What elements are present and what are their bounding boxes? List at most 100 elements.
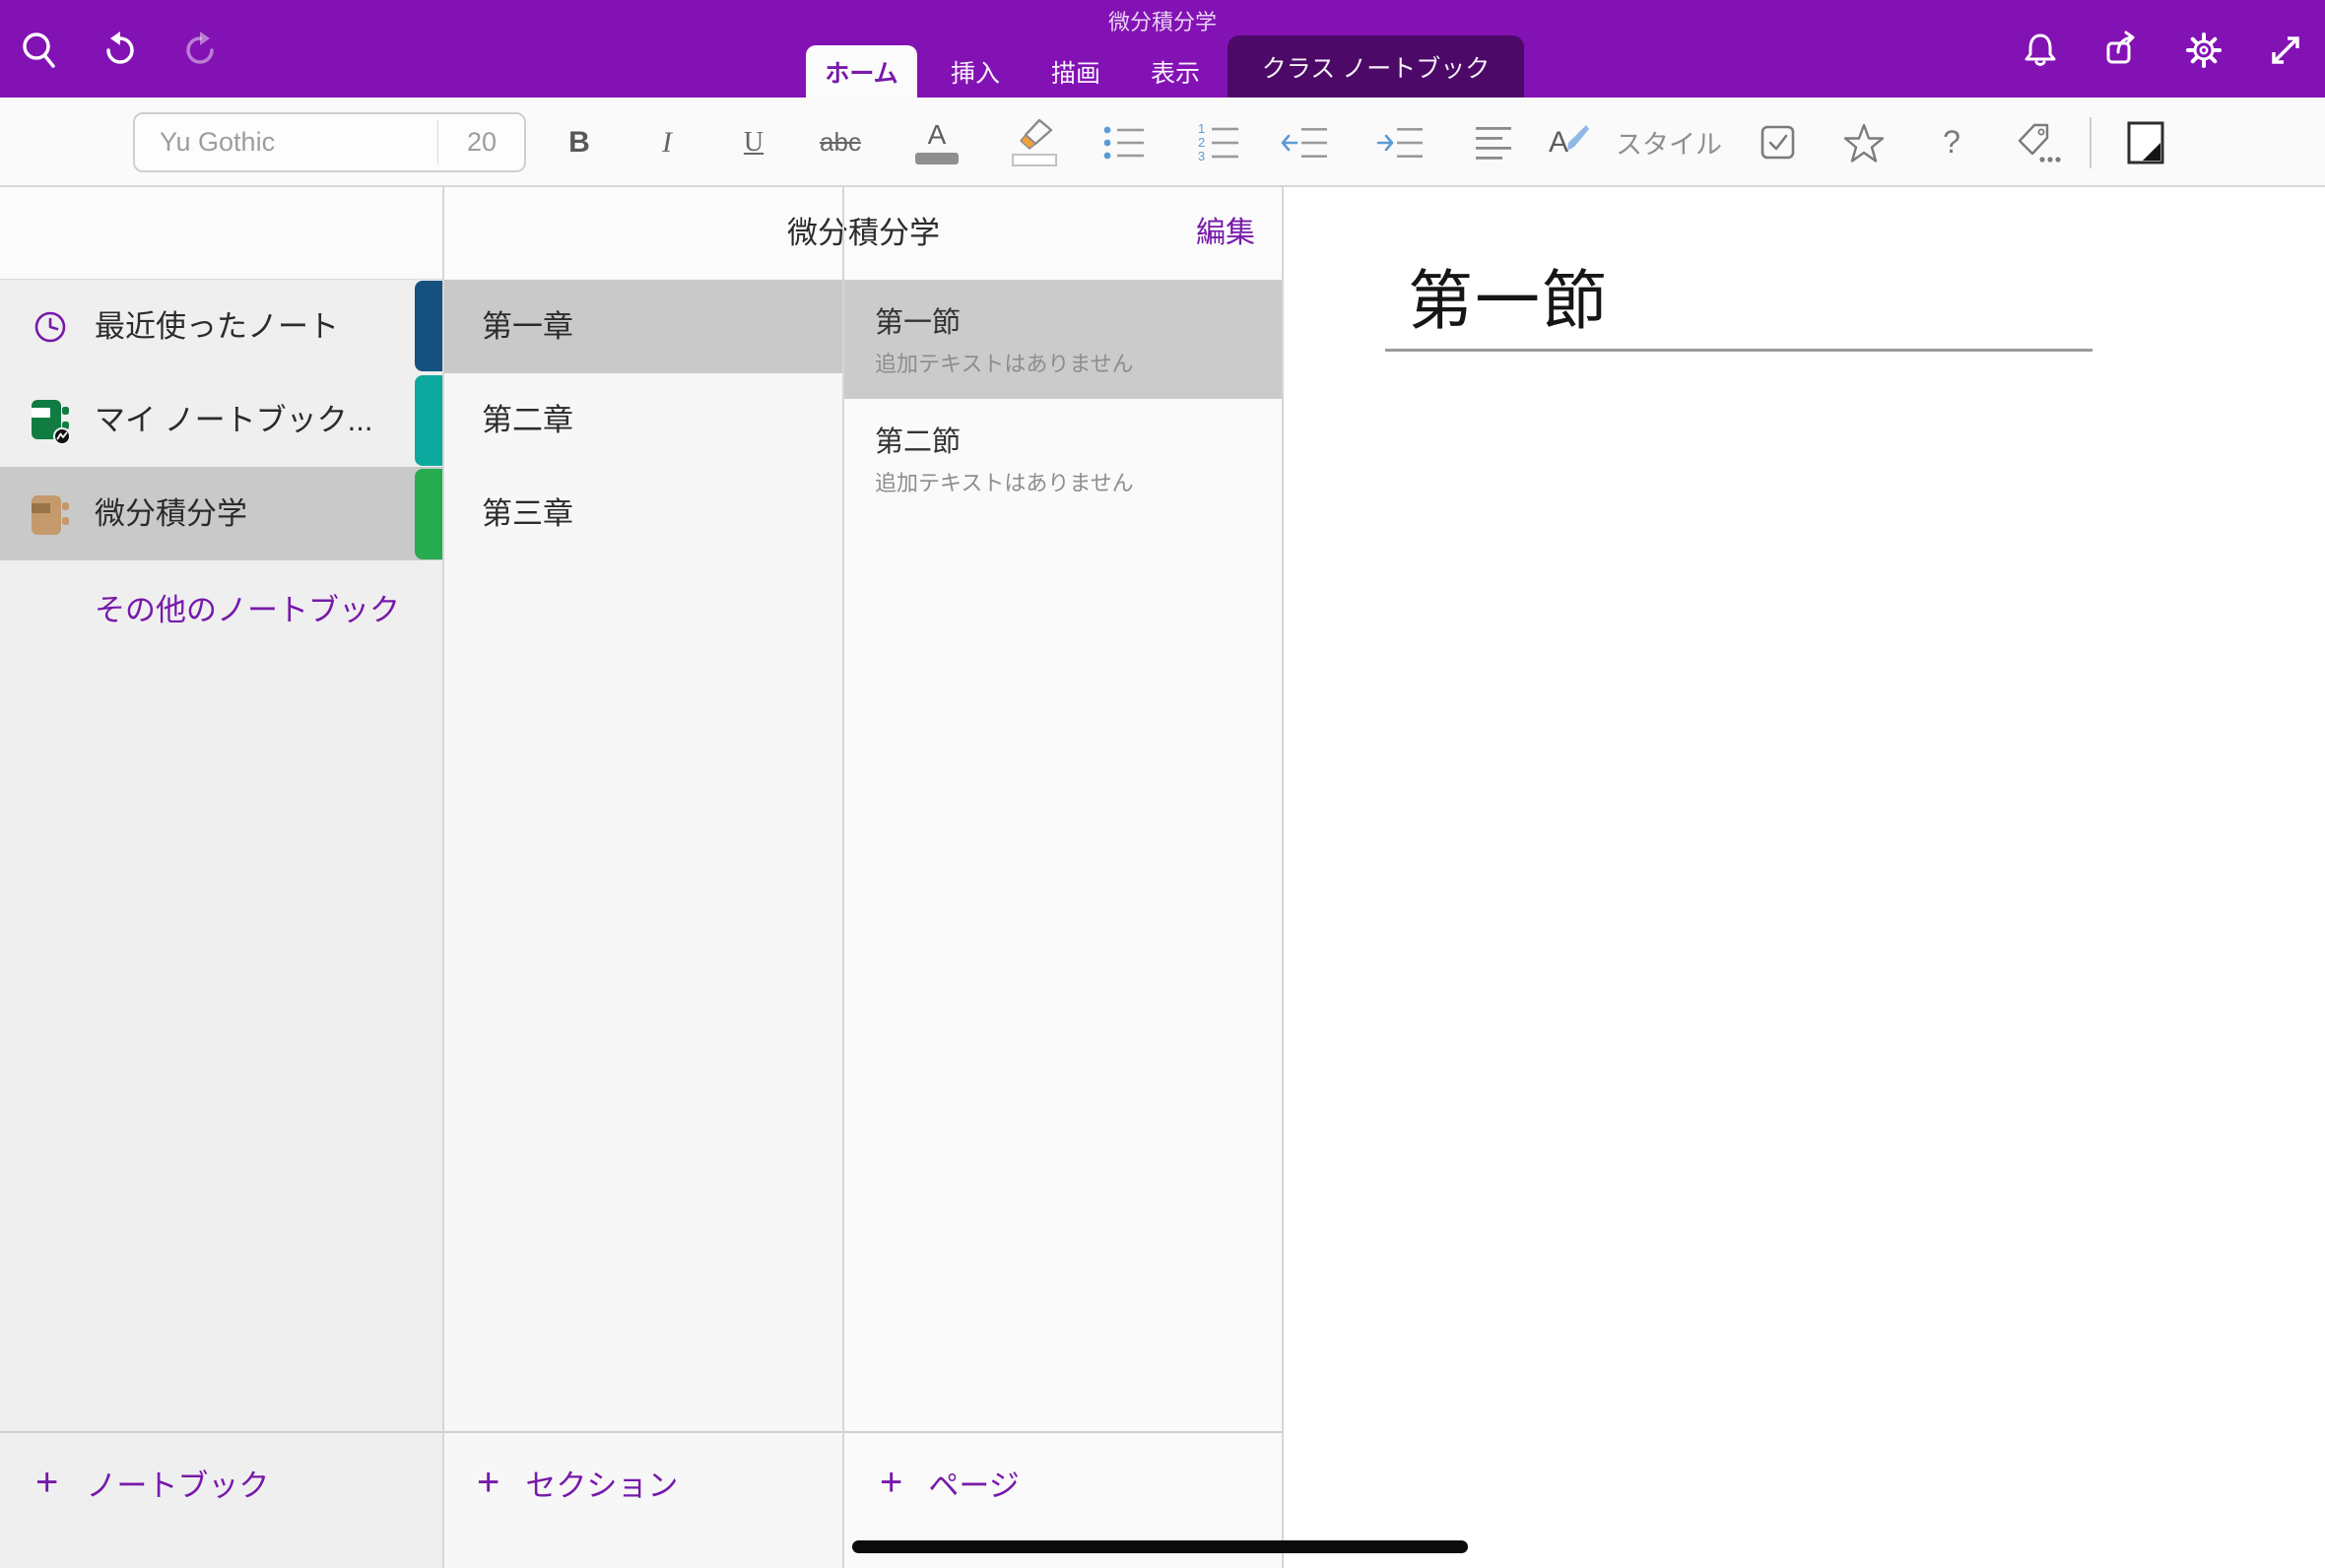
add-page-label: ページ: [928, 1461, 1019, 1505]
font-size-value[interactable]: 20: [438, 114, 525, 170]
font-color-button[interactable]: A: [907, 98, 966, 187]
italic-glyph: I: [662, 126, 672, 160]
section-row-chapter1[interactable]: 第一章: [444, 280, 843, 373]
add-notebook-footer: + ノートブック: [0, 1431, 442, 1568]
svg-text:2: 2: [1198, 135, 1205, 150]
tab-home[interactable]: ホーム: [806, 45, 917, 98]
notebook-icon: [30, 493, 75, 537]
bullet-list-button[interactable]: [1095, 98, 1154, 187]
share-icon[interactable]: [2100, 29, 2144, 72]
tab-insert[interactable]: 挿入: [930, 45, 1021, 98]
highlighter-icon: [1014, 118, 1055, 152]
bold-button[interactable]: B: [550, 98, 609, 187]
star-tag-button[interactable]: [1834, 98, 1893, 187]
more-tags-button[interactable]: [2008, 98, 2067, 187]
tab-class-notebook[interactable]: クラス ノートブック: [1228, 35, 1524, 98]
alignment-icon: [1475, 125, 1514, 161]
page-subtitle: 追加テキストはありません: [875, 466, 1134, 497]
section-label: 第三章: [482, 467, 573, 560]
settings-gear-icon[interactable]: [2182, 29, 2225, 72]
section-color-tab: [415, 281, 444, 371]
page-item-section1[interactable]: 第一節 追加テキストはありません: [844, 280, 1282, 399]
sidebar-item-my-notebooks[interactable]: マイ ノートブック...: [0, 373, 442, 467]
add-page-button[interactable]: + ページ: [844, 1433, 1282, 1532]
page-title: 第二節: [875, 419, 961, 460]
sidebar-item-label: 最近使ったノート: [95, 280, 339, 373]
checkbox-icon: [1760, 124, 1797, 162]
plus-icon: +: [477, 1463, 499, 1502]
highlighter-swatch: [1012, 154, 1057, 166]
top-app-bar: 微分積分学 ホーム 挿入 描画 表示 クラス ノートブック: [0, 0, 2325, 98]
todo-tag-button[interactable]: [1749, 98, 1808, 187]
styles-label-area[interactable]: スタイル: [1616, 98, 1754, 187]
full-page-view-button[interactable]: [2116, 98, 2175, 187]
alignment-button[interactable]: [1465, 98, 1524, 187]
page-subtitle: 追加テキストはありません: [875, 347, 1134, 378]
section-color-tab: [415, 469, 444, 559]
page-canvas[interactable]: 第一節: [1284, 187, 2325, 1568]
sidebar-item-calculus-notebook[interactable]: 微分積分学: [0, 467, 442, 560]
search-icon[interactable]: [18, 29, 61, 72]
indent-button[interactable]: [1370, 98, 1429, 187]
page-title-underline: [1385, 349, 2092, 352]
sidebar-sections-divider: [442, 187, 444, 1568]
tab-insert-label: 挿入: [951, 54, 1000, 90]
expand-fullscreen-icon[interactable]: [2264, 29, 2307, 72]
section-label: 第二章: [482, 373, 573, 467]
add-section-footer: + セクション: [444, 1431, 842, 1568]
tab-view[interactable]: 表示: [1130, 45, 1221, 98]
section-row-chapter3[interactable]: 第三章: [444, 467, 843, 560]
highlighter-button[interactable]: [1005, 98, 1064, 187]
page-item-section2[interactable]: 第二節 追加テキストはありません: [844, 399, 1282, 518]
font-name-value[interactable]: Yu Gothic: [160, 114, 275, 170]
more-notebooks-link[interactable]: その他のノートブック: [95, 563, 400, 657]
add-section-button[interactable]: + セクション: [444, 1433, 842, 1532]
document-title: 微分積分学: [0, 5, 2325, 36]
plus-icon: +: [880, 1463, 902, 1502]
plus-icon: +: [35, 1463, 58, 1502]
font-color-letter: A: [928, 121, 947, 149]
styles-brush-icon: [1564, 123, 1590, 153]
font-color-swatch: [915, 153, 959, 164]
undo-icon[interactable]: [99, 29, 142, 72]
redo-icon[interactable]: [178, 29, 222, 72]
add-section-label: セクション: [525, 1461, 678, 1505]
toolbar-divider: [2090, 117, 2092, 168]
notifications-bell-icon[interactable]: [2019, 29, 2062, 72]
numbered-list-button[interactable]: 1 2 3: [1189, 98, 1248, 187]
tab-home-label: ホーム: [825, 54, 897, 90]
edit-button[interactable]: 編集: [1196, 187, 1255, 279]
home-indicator-bar[interactable]: [852, 1540, 1468, 1553]
full-page-view-icon: [2126, 120, 2165, 165]
sidebar-item-recent-notes[interactable]: 最近使ったノート: [0, 280, 442, 373]
bullet-list-icon: [1102, 125, 1146, 161]
styles-button[interactable]: A: [1540, 98, 1599, 187]
numbered-list-icon: 1 2 3: [1197, 122, 1240, 163]
add-notebook-button[interactable]: + ノートブック: [0, 1433, 442, 1532]
section-row-chapter2[interactable]: 第二章: [444, 373, 843, 467]
italic-button[interactable]: I: [637, 98, 697, 187]
add-notebook-label: ノートブック: [86, 1461, 269, 1505]
strikethrough-glyph: abc: [820, 127, 861, 158]
font-picker[interactable]: Yu Gothic 20: [133, 112, 526, 172]
tab-view-label: 表示: [1151, 54, 1200, 90]
svg-text:3: 3: [1198, 149, 1205, 163]
star-icon: [1842, 122, 1886, 163]
strikethrough-button[interactable]: abc: [811, 98, 870, 187]
tab-class-notebook-label: クラス ノートブック: [1262, 49, 1490, 85]
styles-label: スタイル: [1616, 123, 1722, 162]
underline-glyph: U: [744, 127, 764, 159]
underline-button[interactable]: U: [724, 98, 783, 187]
sidebar-header-spacer: [0, 187, 442, 280]
tab-draw[interactable]: 描画: [1030, 45, 1121, 98]
notebook-icon: [30, 398, 75, 445]
notebook-pane-title: 微分積分学: [444, 187, 1283, 279]
section-color-tab: [415, 375, 444, 466]
indent-icon: [1376, 125, 1424, 161]
outdent-button[interactable]: [1275, 98, 1334, 187]
question-tag-button[interactable]: ?: [1922, 98, 1981, 187]
section-label: 第一章: [482, 280, 573, 373]
page-canvas-title[interactable]: 第一節: [1408, 248, 1609, 343]
sections-pages-divider: [842, 187, 844, 1568]
tab-draw-label: 描画: [1051, 54, 1100, 90]
